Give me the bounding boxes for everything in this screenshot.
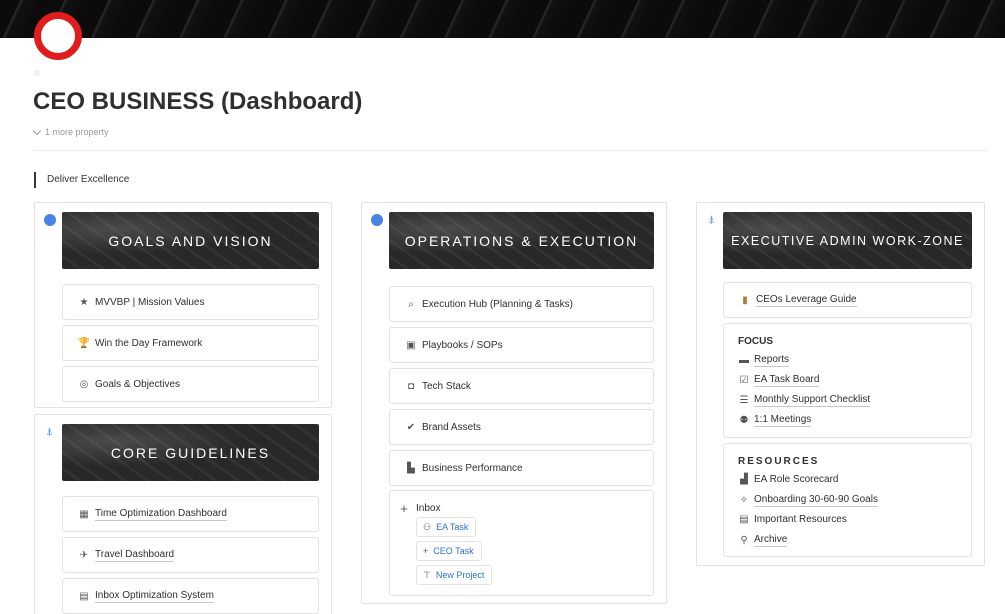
link-playbooks[interactable]: ▣ Playbooks / SOPs [389, 327, 654, 363]
quote-block: Deliver Excellence [34, 172, 129, 188]
chip-label: New Project [435, 570, 485, 580]
link-label: Tech Stack [422, 380, 471, 392]
verified-icon: ✔ [406, 421, 416, 433]
link-label: MVVBP | Mission Values [95, 296, 205, 308]
robot-icon: ◘ [407, 380, 415, 392]
chevron-down-icon [32, 126, 42, 135]
book-icon: ▣ [406, 339, 416, 351]
new-project-button[interactable]: ⊤ New Project [416, 565, 493, 585]
airplane-icon: ✈ [79, 549, 89, 561]
search-gear-icon: ⌕ [408, 298, 414, 310]
link-onboarding-goals[interactable]: ✧ Onboarding 30-60-90 Goals [738, 494, 878, 507]
link-execution-hub[interactable]: ⌕ Execution Hub (Planning & Tasks) [389, 286, 654, 322]
chart-icon: ▙ [407, 462, 415, 474]
ea-task-button[interactable]: ⚇ EA Task [416, 517, 477, 537]
list-item-label: Archive [754, 534, 788, 547]
link-label: Playbooks / SOPs [422, 339, 503, 351]
page-title[interactable]: CEO BUSINESS (Dashboard) [33, 88, 362, 116]
link-time-optimization[interactable]: ▦ Time Optimization Dashboard [62, 496, 319, 532]
link-inbox-optimization[interactable]: ▤ Inbox Optimization System [62, 578, 319, 614]
link-brand-assets[interactable]: ✔ Brand Assets [389, 409, 654, 445]
trophy-icon: 🏆 [77, 337, 91, 349]
list-item-label: Reports [754, 354, 790, 367]
ghost-placeholder: ■ [34, 68, 41, 79]
cover-image [0, 0, 1005, 38]
link-label: Win the Day Framework [95, 337, 203, 349]
link-label: Goals & Objectives [95, 378, 181, 390]
link-one-on-one-meetings[interactable]: ⚉ 1:1 Meetings [738, 414, 812, 427]
ceo-task-button[interactable]: + CEO Task [416, 541, 482, 561]
inbox-header[interactable]: + Inbox [398, 501, 440, 516]
link-archive[interactable]: ⚲ Archive [738, 534, 788, 547]
link-label: Time Optimization Dashboard [95, 507, 227, 521]
link-goals-objectives[interactable]: ◎ Goals & Objectives [62, 366, 319, 402]
list-item-label: 1:1 Meetings [754, 414, 812, 427]
link-label: Travel Dashboard [95, 548, 175, 562]
core-guidelines-banner: CORE GUIDELINES [62, 424, 319, 481]
link-ea-role-scorecard[interactable]: ▟ EA Role Scorecard [738, 474, 839, 485]
link-label: Business Performance [422, 462, 523, 474]
inbox-icon: ▤ [79, 590, 89, 602]
checkbox-icon: ☑ [739, 375, 749, 386]
badge-icon [43, 213, 56, 226]
operations-banner: OPERATIONS & EXECUTION [389, 212, 654, 269]
person-up-icon: ⍋ [46, 426, 53, 438]
calendar-icon: ▦ [79, 508, 89, 520]
link-reports[interactable]: ▬ Reports [738, 354, 790, 367]
link-important-resources[interactable]: ▤ Important Resources [738, 514, 847, 525]
more-property-label: 1 more property [45, 127, 109, 137]
link-business-performance[interactable]: ▙ Business Performance [389, 450, 654, 486]
link-ea-task-board[interactable]: ☑ EA Task Board [738, 374, 820, 387]
link-mission-values[interactable]: ★ MVVBP | Mission Values [62, 284, 319, 320]
person-up-icon: ⍋ [708, 214, 715, 226]
list-item-label: Important Resources [754, 514, 847, 525]
executive-admin-banner: EXECUTIVE ADMIN WORK-ZONE [723, 212, 972, 269]
archive-person-icon: ⚲ [740, 535, 748, 546]
link-travel-dashboard[interactable]: ✈ Travel Dashboard [62, 537, 319, 573]
chip-label: CEO Task [433, 546, 474, 556]
badge-icon [370, 213, 383, 226]
checklist-icon: ☰ [739, 395, 749, 406]
archive-box-icon: ▤ [739, 514, 749, 525]
people-icon: ⚉ [739, 415, 749, 426]
link-label: Inbox Optimization System [95, 589, 214, 603]
signpost-icon: ⊤ [423, 569, 431, 580]
plus-icon: + [423, 546, 429, 556]
list-item-label: EA Task Board [754, 374, 820, 387]
resources-heading: RESOURCES [738, 456, 820, 467]
link-ceos-leverage-guide[interactable]: ▮ CEOs Leverage Guide [723, 282, 972, 318]
more-property-toggle[interactable]: 1 more property [32, 126, 109, 137]
chip-label: EA Task [436, 522, 469, 532]
scroll-icon: ▮ [742, 294, 748, 306]
star-icon: ★ [79, 296, 89, 308]
bars-icon: ▟ [740, 474, 748, 485]
sparkle-icon: ✧ [739, 495, 749, 506]
list-item-label: EA Role Scorecard [754, 474, 839, 485]
link-win-the-day[interactable]: 🏆 Win the Day Framework [62, 325, 319, 361]
goals-vision-banner: GOALS AND VISION [62, 212, 319, 269]
document-icon: ▬ [739, 355, 749, 366]
focus-heading: FOCUS [738, 336, 773, 347]
link-monthly-support-checklist[interactable]: ☰ Monthly Support Checklist [738, 394, 871, 407]
link-label: Brand Assets [422, 421, 481, 433]
link-tech-stack[interactable]: ◘ Tech Stack [389, 368, 654, 404]
list-item-label: Onboarding 30-60-90 Goals [754, 494, 878, 507]
page-logo-icon[interactable] [34, 12, 82, 60]
add-person-icon: ⚇ [423, 521, 432, 532]
plus-icon: + [400, 501, 408, 516]
inbox-label: Inbox [416, 503, 441, 514]
list-item-label: Monthly Support Checklist [754, 394, 871, 407]
link-label: CEOs Leverage Guide [756, 293, 857, 307]
target-icon: ◎ [79, 378, 89, 390]
divider [33, 150, 988, 151]
link-label: Execution Hub (Planning & Tasks) [422, 298, 574, 310]
